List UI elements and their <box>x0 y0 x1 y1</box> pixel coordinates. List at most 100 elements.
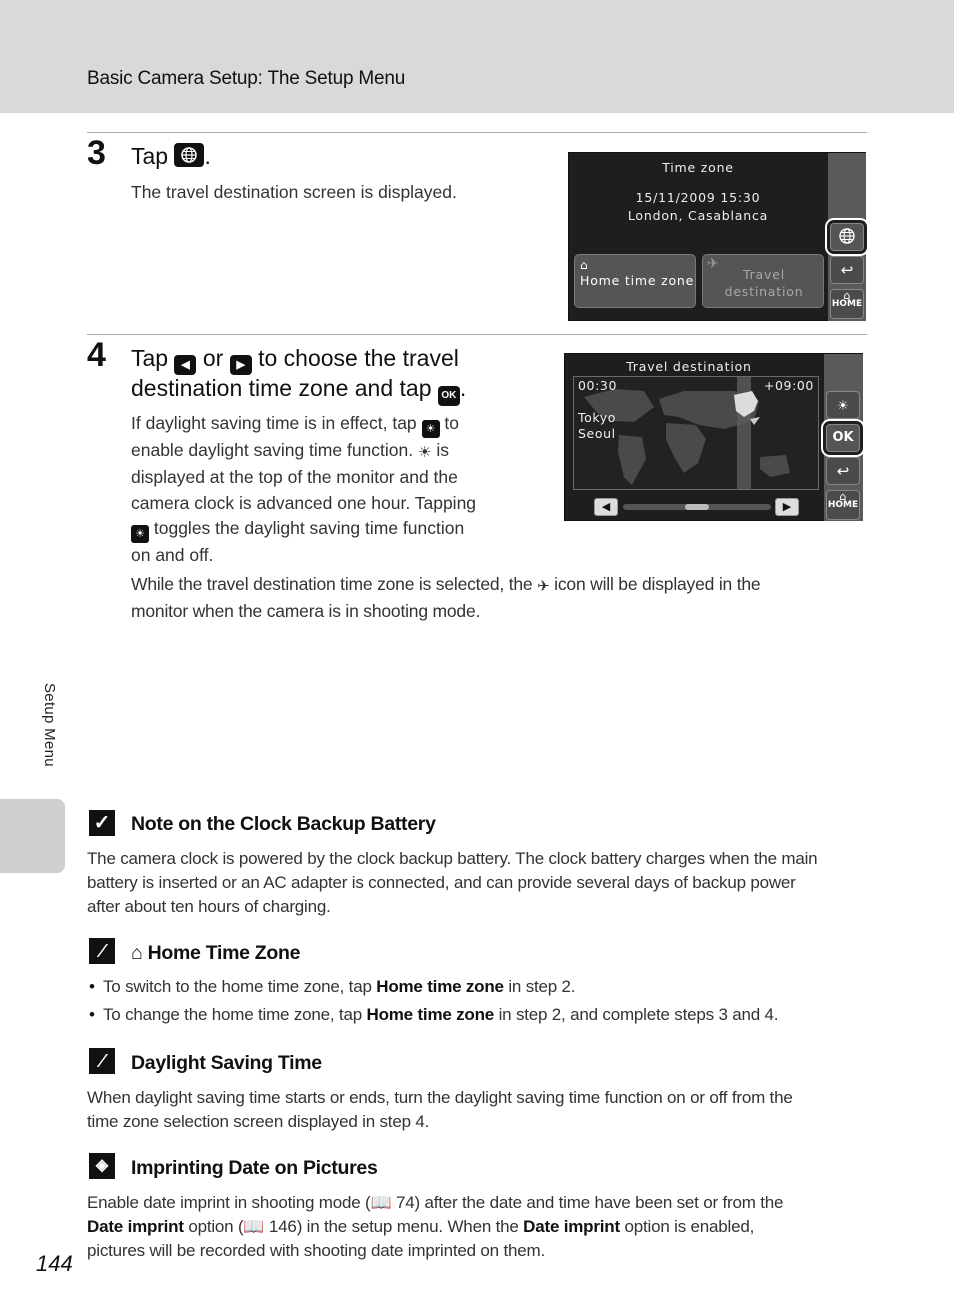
page-reference[interactable]: 146 <box>269 1217 297 1236</box>
note-body: The camera clock is powered by the clock… <box>87 847 877 919</box>
back-icon: ↩ <box>836 462 850 480</box>
next-zone-button[interactable]: ▶ <box>775 498 799 516</box>
left-arrow-icon: ◀ <box>601 501 611 513</box>
step-number: 3 <box>87 134 106 172</box>
travel-destination-icon: ✈ <box>537 578 550 595</box>
destination-time: 00:30 <box>578 378 618 393</box>
travel-icon-note: While the travel destination time zone i… <box>131 572 871 625</box>
step-heading-line2: destination time zone and tap OK. <box>131 373 466 406</box>
text: ) in the setup menu. When the <box>296 1217 519 1236</box>
city-name: Seoul <box>578 426 616 441</box>
text: When daylight saving time starts or ends… <box>87 1088 793 1107</box>
heading-text: to choose the travel <box>258 345 459 371</box>
text: enable daylight saving time function. <box>131 440 414 460</box>
ok-label: OK <box>832 430 854 445</box>
text: in step 2, and complete steps 3 and 4. <box>498 1005 779 1024</box>
note-title: Imprinting Date on Pictures <box>131 1157 378 1179</box>
ok-button[interactable]: OK <box>826 424 860 452</box>
zone-slider-thumb[interactable] <box>685 504 709 510</box>
world-map[interactable]: 00:30 +09:00 Tokyo Seoul <box>573 376 819 490</box>
side-rail: ☀ OK ↩ ⌂ HOME <box>824 354 863 521</box>
book-reference-icon: 📖 <box>370 1193 392 1212</box>
zone-slider-track[interactable] <box>623 504 771 510</box>
home-label: HOME <box>827 500 859 510</box>
step-heading: Tap . <box>131 141 211 171</box>
camera-screen-travel-destination: Travel destination 00:30 +09:00 Tokyo Se… <box>564 353 863 521</box>
text: camera clock is advanced one hour. Tappi… <box>131 492 477 513</box>
heading-text: or <box>202 345 224 371</box>
step-number: 4 <box>87 336 106 374</box>
check-icon: ✓ <box>89 810 115 836</box>
text: pictures will be recorded with shooting … <box>87 1241 545 1260</box>
side-rail: ↩ ⌂ HOME <box>828 153 866 321</box>
back-button[interactable]: ↩ <box>826 457 860 485</box>
heading-text: destination time zone and tap <box>131 375 432 401</box>
list-item: To switch to the home time zone, tap Hom… <box>89 977 576 997</box>
city-name: Tokyo <box>578 410 616 425</box>
map-africa <box>666 423 706 473</box>
page-number: 144 <box>36 1251 73 1276</box>
text: option is enabled, <box>624 1217 755 1236</box>
screen-title: Travel destination <box>626 359 752 374</box>
home-time-zone-label: Home time zone <box>580 273 695 288</box>
step-description: If daylight saving time is in effect, ta… <box>131 411 521 568</box>
screen-title: Time zone <box>662 160 734 175</box>
note-title: Note on the Clock Backup Battery <box>131 813 436 835</box>
note-title: Daylight Saving Time <box>131 1052 322 1074</box>
divider <box>87 334 867 335</box>
text: in step 2. <box>508 977 576 996</box>
world-time-button[interactable] <box>830 223 864 251</box>
book-reference-icon: 📖 <box>243 1217 265 1236</box>
home-button[interactable]: ⌂ HOME <box>830 289 864 319</box>
section-tab <box>0 799 65 873</box>
right-arrow-icon: ▶ <box>229 355 252 375</box>
text: to <box>444 413 460 433</box>
text: To switch to the home time zone, tap <box>103 977 372 996</box>
daylight-saving-indicator-icon: ☀ <box>418 444 432 461</box>
heading-period: . <box>204 143 211 169</box>
daylight-saving-icon: ☀ <box>421 420 440 438</box>
bold-term: Home time zone <box>366 1005 495 1024</box>
text: is <box>436 440 449 460</box>
text: While the travel destination time zone i… <box>131 574 533 594</box>
travel-destination-button[interactable]: ✈ Travel destination <box>702 254 824 308</box>
heading-text: Tap <box>131 345 169 371</box>
text: time zone selection screen displayed in … <box>87 1112 430 1131</box>
travel-label-line2: destination <box>724 284 804 299</box>
daylight-saving-icon: ☀ <box>131 524 149 543</box>
left-arrow-icon: ◀ <box>174 355 197 375</box>
step-description: The travel destination screen is display… <box>131 182 457 202</box>
right-arrow-icon: ▶ <box>782 501 792 513</box>
back-button[interactable]: ↩ <box>830 256 864 284</box>
home-label: HOME <box>831 299 863 309</box>
page-reference[interactable]: 74 <box>396 1193 415 1212</box>
screen-datetime: 15/11/2009 15:30 <box>635 190 761 205</box>
text: If daylight saving time is in effect, ta… <box>131 413 417 433</box>
text: after about ten hours of charging. <box>87 897 331 916</box>
divider <box>87 132 867 133</box>
previous-zone-button[interactable]: ◀ <box>594 498 618 516</box>
text: toggles the daylight saving time functio… <box>153 517 465 538</box>
note-title: ⌂ Home Time Zone <box>131 942 300 965</box>
page-header: Basic Camera Setup: The Setup Menu <box>0 0 954 113</box>
pencil-icon: ⁄ <box>89 938 115 964</box>
ok-icon: OK <box>437 386 460 406</box>
back-icon: ↩ <box>840 261 854 279</box>
section-side-label: Setup Menu <box>41 683 58 767</box>
travel-label-line1: Travel <box>743 267 785 282</box>
date-imprint-icon: ◈ <box>89 1153 115 1179</box>
pencil-icon: ⁄ <box>89 1048 115 1074</box>
home-time-zone-button[interactable]: ⌂ Home time zone <box>574 254 696 308</box>
heading-period: . <box>459 375 467 401</box>
text: icon will be displayed in the <box>554 574 761 594</box>
home-button[interactable]: ⌂ HOME <box>826 490 860 520</box>
text: monitor when the camera is in shooting m… <box>131 601 481 622</box>
bold-term: Home time zone <box>376 977 504 996</box>
text: battery is inserted or an AC adapter is … <box>87 873 796 892</box>
list-item: To change the home time zone, tap Home t… <box>89 1005 779 1025</box>
daylight-saving-button[interactable]: ☀ <box>826 391 860 419</box>
heading-text: Tap <box>131 143 169 169</box>
camera-screen-time-zone: Time zone 15/11/2009 15:30 London, Casab… <box>568 152 866 321</box>
home-icon: ⌂ <box>580 258 589 272</box>
text: option ( <box>188 1217 244 1236</box>
